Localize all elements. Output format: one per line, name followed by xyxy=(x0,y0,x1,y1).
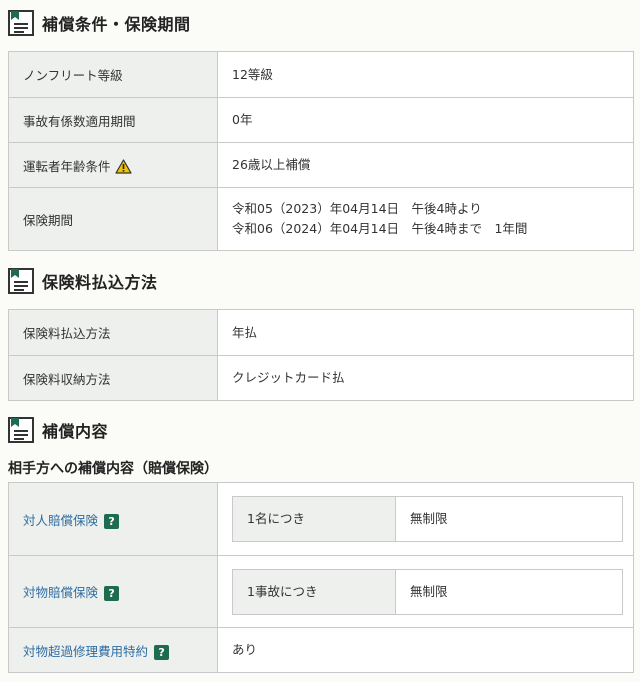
label-driver-age-condition: 運転者年齢条件 xyxy=(8,142,218,188)
warning-icon xyxy=(114,158,132,174)
payment-table: 保険料払込方法 年払 保険料収納方法 クレジットカード払 xyxy=(8,309,634,401)
value-collection-method: クレジットカード払 xyxy=(217,355,634,401)
table-row: 事故有係数適用期間 0年 xyxy=(8,97,634,143)
section-header-payment: 保険料払込方法 xyxy=(8,267,158,295)
value-insurance-period: 令和05（2023）年04月14日 午後4時より 令和06（2024）年04月1… xyxy=(217,187,634,251)
bodily-injury-detail: 1名につき 無制限 xyxy=(232,496,623,542)
value-property-damage-liability: 1事故につき 無制限 xyxy=(217,555,634,628)
bodily-injury-detail-value: 無制限 xyxy=(410,511,448,526)
label-payment-method: 保険料払込方法 xyxy=(8,309,218,356)
label-non-fleet-grade: ノンフリート等級 xyxy=(8,51,218,98)
section-title-payment: 保険料払込方法 xyxy=(42,273,158,292)
help-icon[interactable]: ? xyxy=(104,586,120,601)
insurance-period-end: 令和06（2024）年04月14日 午後4時まで 1年間 xyxy=(232,221,528,236)
document-icon xyxy=(8,10,34,36)
bodily-injury-detail-key: 1名につき xyxy=(233,497,396,541)
value-accident-coefficient-period: 0年 xyxy=(217,97,634,143)
document-icon xyxy=(8,417,34,443)
label-accident-coefficient-period: 事故有係数適用期間 xyxy=(8,97,218,143)
excess-repair-rider-link[interactable]: 対物超過修理費用特約 xyxy=(23,644,148,659)
table-row: 保険料収納方法 クレジットカード払 xyxy=(8,355,634,401)
bodily-injury-liability-link[interactable]: 対人賠償保険 xyxy=(23,513,98,528)
property-damage-detail-value: 無制限 xyxy=(410,583,448,599)
table-row: 保険期間 令和05（2023）年04月14日 午後4時より 令和06（2024）… xyxy=(8,187,634,251)
label-bodily-injury-liability: 対人賠償保険? xyxy=(8,482,218,556)
table-row: 対人賠償保険? 1名につき 無制限 xyxy=(8,482,634,556)
section-header-terms: 補償条件・保険期間 xyxy=(8,9,191,37)
value-driver-age-condition: 26歳以上補償 xyxy=(217,142,634,188)
section-header-coverage: 補償内容 xyxy=(8,416,108,444)
table-row: 対物超過修理費用特約? あり xyxy=(8,627,634,673)
coverage-subheading: 相手方への補償内容（賠償保険） xyxy=(8,461,218,477)
table-row: 運転者年齢条件 26歳以上補償 xyxy=(8,142,634,188)
property-damage-liability-link[interactable]: 対物賠償保険 xyxy=(23,585,98,600)
terms-table: ノンフリート等級 12等級 事故有係数適用期間 0年 運転者年齢条件 26歳以上… xyxy=(8,51,634,251)
value-bodily-injury-liability: 1名につき 無制限 xyxy=(217,482,634,556)
label-property-damage-liability: 対物賠償保険? xyxy=(8,555,218,628)
table-row: ノンフリート等級 12等級 xyxy=(8,51,634,98)
value-payment-method: 年払 xyxy=(217,309,634,356)
coverage-table: 対人賠償保険? 1名につき 無制限 対物賠償保険? 1事故につき 無制限 対物超… xyxy=(8,482,634,673)
label-insurance-period: 保険期間 xyxy=(8,187,218,251)
value-excess-repair-rider: あり xyxy=(217,627,634,673)
insurance-period-start: 令和05（2023）年04月14日 午後4時より xyxy=(232,201,482,216)
label-excess-repair-rider: 対物超過修理費用特約? xyxy=(8,627,218,673)
section-title-coverage: 補償内容 xyxy=(42,422,109,441)
section-title-terms: 補償条件・保険期間 xyxy=(42,15,191,34)
value-non-fleet-grade: 12等級 xyxy=(217,51,634,98)
property-damage-detail-key: 1事故につき xyxy=(233,569,396,614)
table-row: 対物賠償保険? 1事故につき 無制限 xyxy=(8,555,634,628)
help-icon[interactable]: ? xyxy=(104,513,120,529)
property-damage-detail: 1事故につき 無制限 xyxy=(232,568,623,615)
driver-age-label-text: 運転者年齢条件 xyxy=(23,158,111,174)
table-row: 保険料払込方法 年払 xyxy=(8,309,634,356)
label-collection-method: 保険料収納方法 xyxy=(8,355,218,401)
document-icon xyxy=(8,268,34,294)
help-icon[interactable]: ? xyxy=(154,644,170,660)
